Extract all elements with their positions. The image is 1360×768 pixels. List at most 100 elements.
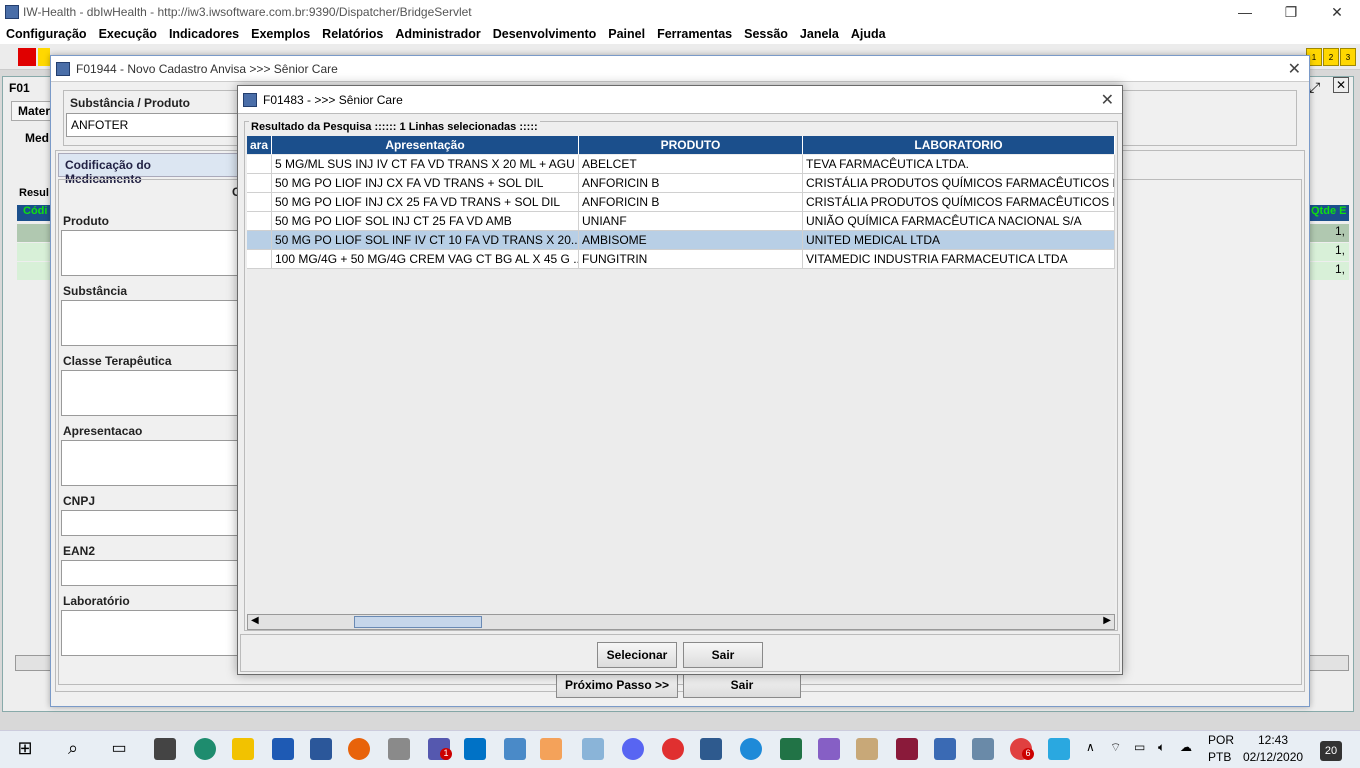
dialog-exit-button[interactable]: Sair [683,642,763,668]
menu-item-7[interactable]: Painel [608,27,645,41]
winrar-icon[interactable] [896,738,918,760]
firefox-icon[interactable] [348,738,370,760]
menu-item-0[interactable]: Configuração [6,27,87,41]
ie-icon[interactable] [740,738,762,760]
menu-item-9[interactable]: Sessão [744,27,788,41]
column-header-ara[interactable]: ara [247,136,272,154]
app-icon-2[interactable] [504,738,526,760]
virtualbox-icon[interactable] [934,738,956,760]
table-row[interactable]: 50 MG PO LIOF INJ CX FA VD TRANS + SOL D… [247,174,1115,193]
menu-item-6[interactable]: Desenvolvimento [493,27,597,41]
cloud-icon[interactable]: ☁ [1180,740,1192,754]
restore-button[interactable]: ❐ [1268,0,1314,24]
clock-time[interactable]: 12:43 [1258,733,1288,747]
field-label-2: Classe Terapêutica [63,354,172,368]
java-icon[interactable] [540,738,562,760]
clock-date[interactable]: 02/12/2020 [1243,750,1303,764]
network-icon[interactable]: ⌔ [1110,740,1121,755]
dialog-button-bar [240,634,1120,672]
codification-tab[interactable]: Codificação do Medicamento [58,153,238,186]
field-label-4: CNPJ [63,494,96,508]
menu-item-1[interactable]: Execução [99,27,157,41]
yellow-tool-icon[interactable] [38,48,50,66]
notifications-icon[interactable]: 20 [1320,741,1342,761]
table-row[interactable]: 50 MG PO LIOF SOL INJ CT 25 FA VD AMB UNI… [247,212,1115,231]
tray-app-icon[interactable] [1048,738,1070,760]
outlook-icon[interactable] [464,738,486,760]
result-table: ara Apresentação PRODUTO LABORATORIO 5 M… [247,136,1115,616]
store-icon[interactable] [154,738,176,760]
layout-code[interactable]: PTB [1208,750,1231,764]
footer-bar [55,694,1305,724]
close-button[interactable]: ✕ [1314,0,1360,24]
scroll-thumb[interactable] [354,616,482,628]
mail-icon[interactable] [272,738,294,760]
search-icon[interactable]: ⌕ [62,738,84,760]
minimize-button[interactable]: — [1222,0,1268,24]
cell-ara [247,212,272,231]
menu-item-8[interactable]: Ferramentas [657,27,732,41]
field-input-0[interactable] [61,230,239,276]
field-input-1[interactable] [61,300,239,346]
word-icon[interactable] [310,738,332,760]
table-row[interactable]: 5 MG/ML SUS INJ IV CT FA VD TRANS X 20 M… [247,155,1115,174]
qty-cell-3: 1, [1309,262,1349,280]
form-window-title: F01944 - Novo Cadastro Anvisa >>> Sênior… [76,61,338,76]
menu-item-10[interactable]: Janela [800,27,839,41]
select-button[interactable]: Selecionar [597,642,677,668]
table-row[interactable]: 50 MG PO LIOF SOL INF IV CT 10 FA VD TRA… [247,231,1115,250]
menu-item-2[interactable]: Indicadores [169,27,239,41]
substance-input[interactable]: ANFOTER [66,113,246,137]
back-close-icon[interactable]: ✕ [1333,77,1349,93]
result-hscroll[interactable]: ◀ ▶ [247,614,1115,630]
form-close-icon[interactable]: ✕ [1288,59,1301,79]
lang-code[interactable]: POR [1208,733,1234,747]
menu-item-5[interactable]: Administrador [395,27,480,41]
red-tool-icon[interactable] [18,48,36,66]
menu-item-4[interactable]: Relatórios [322,27,383,41]
toolbar-badge-2[interactable]: 2 [1323,48,1339,66]
column-header-apresentacao[interactable]: Apresentação [272,136,579,154]
edge-icon[interactable] [194,738,216,760]
table-row[interactable]: 100 MG/4G + 50 MG/4G CREM VAG CT BG AL X… [247,250,1115,269]
battery-icon[interactable]: ▭ [1134,740,1145,754]
excel-icon[interactable] [780,738,802,760]
column-header-produto[interactable]: PRODUTO [579,136,803,154]
toolbar-badge-3[interactable]: 3 [1340,48,1356,66]
visual-studio-icon[interactable] [818,738,840,760]
monitor-icon[interactable] [972,738,994,760]
cell-laboratorio: CRISTÁLIA PRODUTOS QUÍMICOS FARMACÊUTICO… [803,193,1115,212]
scroll-left-icon[interactable]: ◀ [251,615,259,626]
form-exit-button[interactable]: Sair [683,672,801,698]
discord-icon[interactable] [622,738,644,760]
tool-icon[interactable] [388,738,410,760]
form-window-icon [56,61,70,76]
field-input-2[interactable] [61,370,239,416]
field-input-3[interactable] [61,440,239,486]
scroll-right-icon[interactable]: ▶ [1103,615,1111,626]
table-row[interactable]: 50 MG PO LIOF INJ CX 25 FA VD TRANS + SO… [247,193,1115,212]
dialog-close-icon[interactable]: ✕ [1101,90,1114,110]
chevron-up-icon[interactable]: ∧ [1086,740,1095,754]
chrome-icon[interactable] [662,738,684,760]
volume-icon[interactable]: 🔈︎ [1158,740,1165,755]
notes-icon[interactable] [582,738,604,760]
photos-icon[interactable] [700,738,722,760]
start-icon[interactable]: ⊞ [14,738,36,760]
folder-icon[interactable] [232,738,254,760]
column-header-laboratorio[interactable]: LABORATORIO [803,136,1115,154]
field-input-6[interactable] [61,610,239,656]
menu-item-11[interactable]: Ajuda [851,27,886,41]
field-input-4[interactable] [61,510,239,536]
cell-produto: AMBISOME [579,231,803,250]
qty-cell-2: 1, [1309,243,1349,261]
app-title: IW-Health - dbIwHealth - http://iw3.iwso… [23,5,472,19]
cell-laboratorio: CRISTÁLIA PRODUTOS QUÍMICOS FARMACÊUTICO… [803,174,1115,193]
menu-item-3[interactable]: Exemplos [251,27,310,41]
maximize-icon[interactable]: ⤢ [1309,79,1320,96]
paint-icon[interactable] [856,738,878,760]
task-view-icon[interactable]: ▭ [108,738,130,760]
field-input-5[interactable] [61,560,239,586]
next-step-button[interactable]: Próximo Passo >> [556,672,678,698]
search-dialog: F01483 - >>> Sênior Care ✕ Resultado da … [237,85,1123,675]
